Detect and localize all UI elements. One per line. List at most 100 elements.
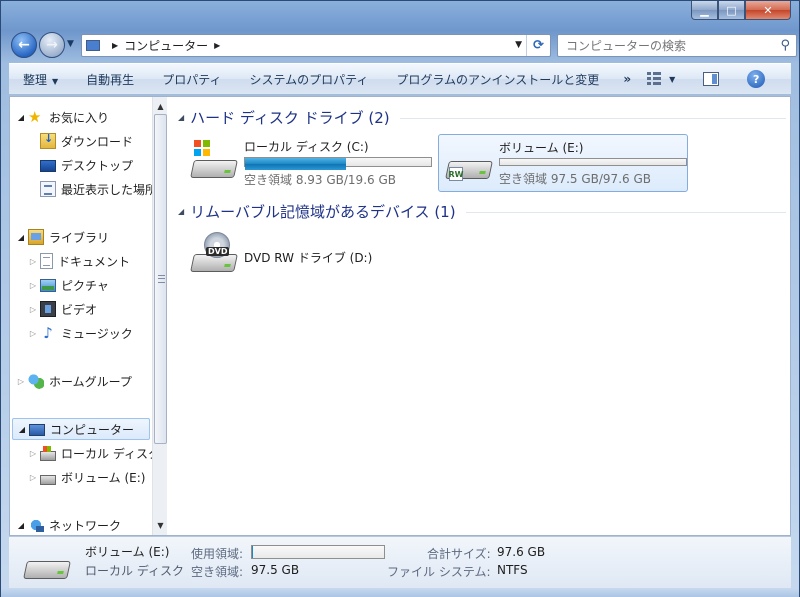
navigation-scrollbar[interactable]: ▲ ▼ bbox=[152, 97, 167, 535]
details-type: ローカル ディスク bbox=[85, 564, 184, 578]
group-header-label: ハード ディスク ドライブ (2) bbox=[190, 108, 390, 127]
address-dropdown-icon[interactable]: ▼ bbox=[515, 40, 522, 50]
expand-arrow-icon[interactable]: ◢ bbox=[16, 113, 26, 122]
grip-icon bbox=[158, 275, 165, 283]
breadcrumb-computer[interactable]: コンピューター bbox=[124, 37, 208, 54]
library-icon bbox=[28, 229, 44, 245]
sidebar-item-homegroup[interactable]: ▷ ホームグループ bbox=[16, 370, 132, 392]
properties-button[interactable]: プロパティ bbox=[148, 71, 235, 88]
collapse-group-icon[interactable]: ◢ bbox=[178, 207, 184, 216]
uninstall-program-button[interactable]: プログラムのアンインストールと変更 bbox=[382, 71, 613, 88]
collapse-arrow-icon[interactable]: ▷ bbox=[28, 305, 38, 314]
sidebar-item-volume-e[interactable]: ▷ ボリューム (E:) bbox=[28, 466, 145, 488]
details-name: ボリューム (E:) bbox=[85, 545, 170, 559]
details-pane: ボリューム (E:) ローカル ディスク 使用領域: 空き領域: 97.5 GB… bbox=[9, 536, 791, 588]
back-arrow-icon: ← bbox=[18, 37, 30, 53]
explorer-window: ▁ □ ✕ ← → ▼ ▶ コンピューター ▶ ▼ ⟳ ⚲ 整理 ▼ 自動再生 プ… bbox=[0, 0, 800, 597]
system-drive-icon bbox=[40, 445, 56, 461]
collapse-arrow-icon[interactable]: ▷ bbox=[16, 377, 26, 386]
sidebar-item-documents[interactable]: ▷ ドキュメント bbox=[28, 250, 130, 272]
command-bar: 整理 ▼ 自動再生 プロパティ システムのプロパティ プログラムのアンインストール… bbox=[9, 63, 791, 95]
computer-icon bbox=[29, 423, 45, 436]
group-header-removable[interactable]: ◢ リムーバブル記憶域があるデバイス (1) bbox=[178, 200, 786, 222]
sidebar-item-local-disk-c[interactable]: ▷ ローカル ディスク (C:) bbox=[28, 442, 152, 464]
sidebar-item-label: デスクトップ bbox=[61, 158, 134, 173]
forward-arrow-icon: → bbox=[46, 37, 58, 53]
sidebar-item-computer[interactable]: ◢ コンピューター bbox=[12, 418, 150, 440]
sidebar-item-label: ローカル ディスク (C:) bbox=[61, 446, 152, 461]
sidebar-item-videos[interactable]: ▷ ビデオ bbox=[28, 298, 97, 320]
recent-pages-dropdown[interactable]: ▼ bbox=[67, 39, 74, 49]
drive-usage-bar bbox=[244, 157, 432, 170]
expand-arrow-icon[interactable]: ◢ bbox=[16, 521, 26, 530]
sidebar-item-label: ビデオ bbox=[61, 302, 98, 317]
details-filesystem-value: NTFS bbox=[497, 563, 528, 577]
group-header-label: リムーバブル記憶域があるデバイス (1) bbox=[190, 202, 456, 221]
back-button[interactable]: ← bbox=[11, 32, 37, 58]
forward-button[interactable]: → bbox=[39, 32, 65, 58]
drive-icon bbox=[40, 474, 56, 485]
autoplay-button[interactable]: 自動再生 bbox=[72, 71, 148, 88]
chevron-right-icon[interactable]: ▶ bbox=[214, 41, 220, 50]
system-properties-button[interactable]: システムのプロパティ bbox=[235, 71, 382, 88]
sidebar-item-downloads[interactable]: ダウンロード bbox=[40, 130, 133, 152]
sidebar-item-network[interactable]: ◢ ネットワーク bbox=[16, 514, 121, 535]
sidebar-item-libraries[interactable]: ◢ ライブラリ bbox=[16, 226, 109, 248]
view-icon bbox=[647, 72, 663, 86]
more-commands-button[interactable]: » bbox=[613, 72, 641, 86]
chevron-down-icon[interactable]: ▼ bbox=[669, 75, 675, 84]
help-button[interactable]: ? bbox=[741, 70, 771, 88]
collapse-arrow-icon[interactable]: ▷ bbox=[28, 257, 38, 266]
group-header-hard-disks[interactable]: ◢ ハード ディスク ドライブ (2) bbox=[178, 106, 786, 128]
expand-arrow-icon[interactable]: ◢ bbox=[17, 425, 27, 434]
drive-tile-c[interactable]: ローカル ディスク (C:) 空き領域 8.93 GB/19.6 GB bbox=[184, 134, 434, 192]
sidebar-item-pictures[interactable]: ▷ ピクチャ bbox=[28, 274, 109, 296]
dvd-badge: DVD bbox=[206, 247, 230, 256]
organize-label: 整理 bbox=[23, 72, 48, 87]
chevron-right-icon[interactable]: ▶ bbox=[112, 41, 118, 50]
dvd-drive-icon: DVD bbox=[190, 232, 238, 276]
sidebar-item-desktop[interactable]: デスクトップ bbox=[40, 154, 133, 176]
details-total-value: 97.6 GB bbox=[497, 545, 546, 559]
minimize-button[interactable]: ▁ bbox=[691, 1, 718, 20]
sidebar-item-music[interactable]: ▷ ♪ ミュージック bbox=[28, 322, 133, 344]
drive-tile-e[interactable]: RW ボリューム (E:) 空き領域 97.5 GB/97.6 GB bbox=[438, 134, 688, 192]
scrollbar-thumb[interactable] bbox=[154, 114, 167, 444]
sidebar-item-label: コンピューター bbox=[50, 422, 135, 437]
search-input[interactable] bbox=[566, 38, 766, 53]
search-icon[interactable]: ⚲ bbox=[780, 38, 790, 53]
sidebar-item-label: ネットワーク bbox=[49, 518, 122, 533]
collapse-arrow-icon[interactable]: ▷ bbox=[28, 329, 38, 338]
drive-usage-bar bbox=[499, 158, 687, 171]
sidebar-item-recent[interactable]: 最近表示した場所 bbox=[40, 178, 152, 200]
collapse-group-icon[interactable]: ◢ bbox=[178, 113, 184, 122]
expand-arrow-icon[interactable]: ◢ bbox=[16, 233, 26, 242]
details-free-label: 空き領域: bbox=[191, 565, 244, 579]
change-view-button[interactable]: ▼ bbox=[641, 72, 681, 86]
desktop-icon bbox=[40, 160, 56, 172]
scroll-down-icon[interactable]: ▼ bbox=[153, 518, 168, 533]
refresh-button[interactable]: ⟳ bbox=[526, 35, 550, 56]
homegroup-icon bbox=[28, 373, 44, 389]
collapse-arrow-icon[interactable]: ▷ bbox=[28, 473, 38, 482]
chevron-down-icon: ▼ bbox=[52, 76, 59, 86]
drive-tile-dvd[interactable]: DVD DVD RW ドライブ (D:) bbox=[184, 228, 434, 286]
sidebar-item-favorites[interactable]: ◢ ★ お気に入り bbox=[16, 106, 109, 128]
organize-button[interactable]: 整理 ▼ bbox=[9, 71, 72, 88]
sidebar-item-label: お気に入り bbox=[49, 110, 110, 125]
help-icon: ? bbox=[747, 70, 766, 88]
collapse-arrow-icon[interactable]: ▷ bbox=[28, 449, 38, 458]
drive-free-space: 空き領域 97.5 GB/97.6 GB bbox=[499, 172, 651, 186]
recent-places-icon bbox=[40, 181, 56, 197]
computer-icon bbox=[86, 40, 100, 51]
collapse-arrow-icon[interactable]: ▷ bbox=[28, 281, 38, 290]
preview-pane-button[interactable] bbox=[697, 72, 725, 86]
search-box[interactable]: ⚲ bbox=[557, 34, 797, 57]
sidebar-item-label: ホームグループ bbox=[49, 374, 132, 389]
close-button[interactable]: ✕ bbox=[745, 1, 791, 20]
maximize-button[interactable]: □ bbox=[718, 1, 745, 20]
address-bar[interactable]: ▶ コンピューター ▶ ▼ ⟳ bbox=[81, 34, 551, 57]
scroll-up-icon[interactable]: ▲ bbox=[153, 99, 168, 114]
details-usage-bar bbox=[251, 545, 385, 559]
navigation-bar: ← → ▼ ▶ コンピューター ▶ ▼ ⟳ ⚲ bbox=[9, 31, 797, 59]
